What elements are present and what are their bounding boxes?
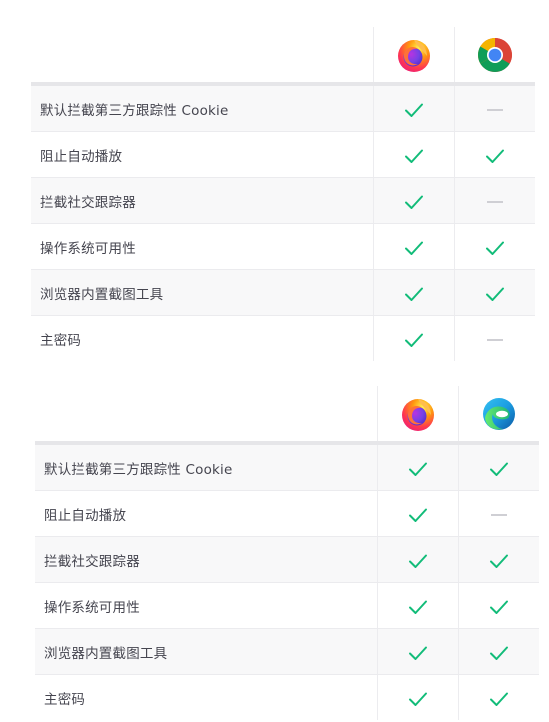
table-row: 操作系统可用性 bbox=[35, 582, 539, 629]
firefox-logo-icon bbox=[397, 39, 430, 72]
other-browser-support-cell bbox=[453, 84, 535, 132]
check-icon bbox=[404, 287, 423, 301]
table-row: 默认拦截第三方跟踪性 Cookie bbox=[31, 84, 535, 132]
feature-label: 默认拦截第三方跟踪性 Cookie bbox=[31, 84, 373, 132]
comparison-table-chrome: 默认拦截第三方跟踪性 Cookie 阻止自动播放 拦截社交跟踪器 操作系统可用性 浏览器… bbox=[31, 27, 535, 361]
check-icon bbox=[408, 462, 427, 476]
other-browser-support-cell bbox=[457, 582, 539, 629]
check-icon bbox=[489, 554, 508, 568]
check-icon bbox=[485, 241, 504, 255]
feature-label: 阻止自动播放 bbox=[35, 490, 377, 537]
table-row: 阻止自动播放 bbox=[35, 490, 539, 537]
firefox-support-cell bbox=[376, 628, 458, 675]
firefox-support-cell bbox=[376, 490, 458, 537]
table-row: 主密码 bbox=[31, 315, 535, 361]
chrome-column-header bbox=[453, 27, 535, 86]
check-icon bbox=[404, 195, 423, 209]
firefox-column-header bbox=[372, 27, 454, 86]
feature-label: 主密码 bbox=[31, 315, 373, 361]
table-row: 操作系统可用性 bbox=[31, 223, 535, 270]
chrome-logo-icon bbox=[477, 37, 512, 72]
feature-label: 主密码 bbox=[35, 674, 377, 720]
firefox-support-cell bbox=[372, 223, 454, 270]
feature-label: 操作系统可用性 bbox=[35, 582, 377, 629]
firefox-support-cell bbox=[372, 177, 454, 224]
check-icon bbox=[489, 600, 508, 614]
firefox-logo-icon bbox=[401, 398, 434, 431]
feature-label: 浏览器内置截图工具 bbox=[31, 269, 373, 316]
firefox-support-cell bbox=[372, 315, 454, 361]
check-icon bbox=[489, 646, 508, 660]
other-browser-support-cell bbox=[453, 315, 535, 361]
check-icon bbox=[408, 554, 427, 568]
feature-label: 阻止自动播放 bbox=[31, 131, 373, 178]
table-row: 拦截社交跟踪器 bbox=[35, 536, 539, 583]
firefox-column-header bbox=[376, 386, 458, 445]
check-icon bbox=[408, 508, 427, 522]
check-icon bbox=[404, 149, 423, 163]
table-row: 默认拦截第三方跟踪性 Cookie bbox=[35, 443, 539, 491]
comparison-table-edge: 默认拦截第三方跟踪性 Cookie 阻止自动播放 拦截社交跟踪器 操作系统可用性 浏览器… bbox=[35, 386, 539, 720]
feature-label: 操作系统可用性 bbox=[31, 223, 373, 270]
other-browser-support-cell bbox=[453, 177, 535, 224]
other-browser-support-cell bbox=[457, 536, 539, 583]
firefox-support-cell bbox=[376, 443, 458, 491]
feature-label: 默认拦截第三方跟踪性 Cookie bbox=[35, 443, 377, 491]
check-icon bbox=[485, 287, 504, 301]
other-browser-support-cell bbox=[453, 269, 535, 316]
firefox-support-cell bbox=[372, 269, 454, 316]
edge-logo-icon bbox=[482, 397, 515, 430]
check-icon bbox=[408, 692, 427, 706]
check-icon bbox=[404, 103, 423, 117]
check-icon bbox=[404, 241, 423, 255]
other-browser-support-cell bbox=[457, 674, 539, 720]
table-header-row bbox=[35, 386, 539, 445]
other-browser-support-cell bbox=[457, 443, 539, 491]
dash-icon bbox=[486, 200, 503, 203]
check-icon bbox=[404, 333, 423, 347]
dash-icon bbox=[490, 513, 507, 516]
check-icon bbox=[485, 149, 504, 163]
dash-icon bbox=[486, 338, 503, 341]
check-icon bbox=[408, 646, 427, 660]
edge-column-header bbox=[457, 386, 539, 445]
other-browser-support-cell bbox=[453, 131, 535, 178]
table-row: 浏览器内置截图工具 bbox=[35, 628, 539, 675]
check-icon bbox=[489, 462, 508, 476]
other-browser-support-cell bbox=[457, 490, 539, 537]
table-body: 默认拦截第三方跟踪性 Cookie 阻止自动播放 拦截社交跟踪器 操作系统可用性 浏览器… bbox=[31, 84, 535, 361]
check-icon bbox=[408, 600, 427, 614]
table-body: 默认拦截第三方跟踪性 Cookie 阻止自动播放 拦截社交跟踪器 操作系统可用性 浏览器… bbox=[35, 443, 539, 720]
check-icon bbox=[489, 692, 508, 706]
firefox-support-cell bbox=[376, 582, 458, 629]
table-row: 主密码 bbox=[35, 674, 539, 720]
dash-icon bbox=[486, 108, 503, 111]
table-row: 浏览器内置截图工具 bbox=[31, 269, 535, 316]
firefox-support-cell bbox=[376, 536, 458, 583]
other-browser-support-cell bbox=[457, 628, 539, 675]
table-row: 阻止自动播放 bbox=[31, 131, 535, 178]
feature-label: 浏览器内置截图工具 bbox=[35, 628, 377, 675]
table-row: 拦截社交跟踪器 bbox=[31, 177, 535, 224]
other-browser-support-cell bbox=[453, 223, 535, 270]
feature-label: 拦截社交跟踪器 bbox=[31, 177, 373, 224]
firefox-support-cell bbox=[372, 131, 454, 178]
header-empty-cell bbox=[31, 27, 373, 86]
feature-label: 拦截社交跟踪器 bbox=[35, 536, 377, 583]
firefox-support-cell bbox=[376, 674, 458, 720]
table-header-row bbox=[31, 27, 535, 86]
header-empty-cell bbox=[35, 386, 377, 445]
firefox-support-cell bbox=[372, 84, 454, 132]
